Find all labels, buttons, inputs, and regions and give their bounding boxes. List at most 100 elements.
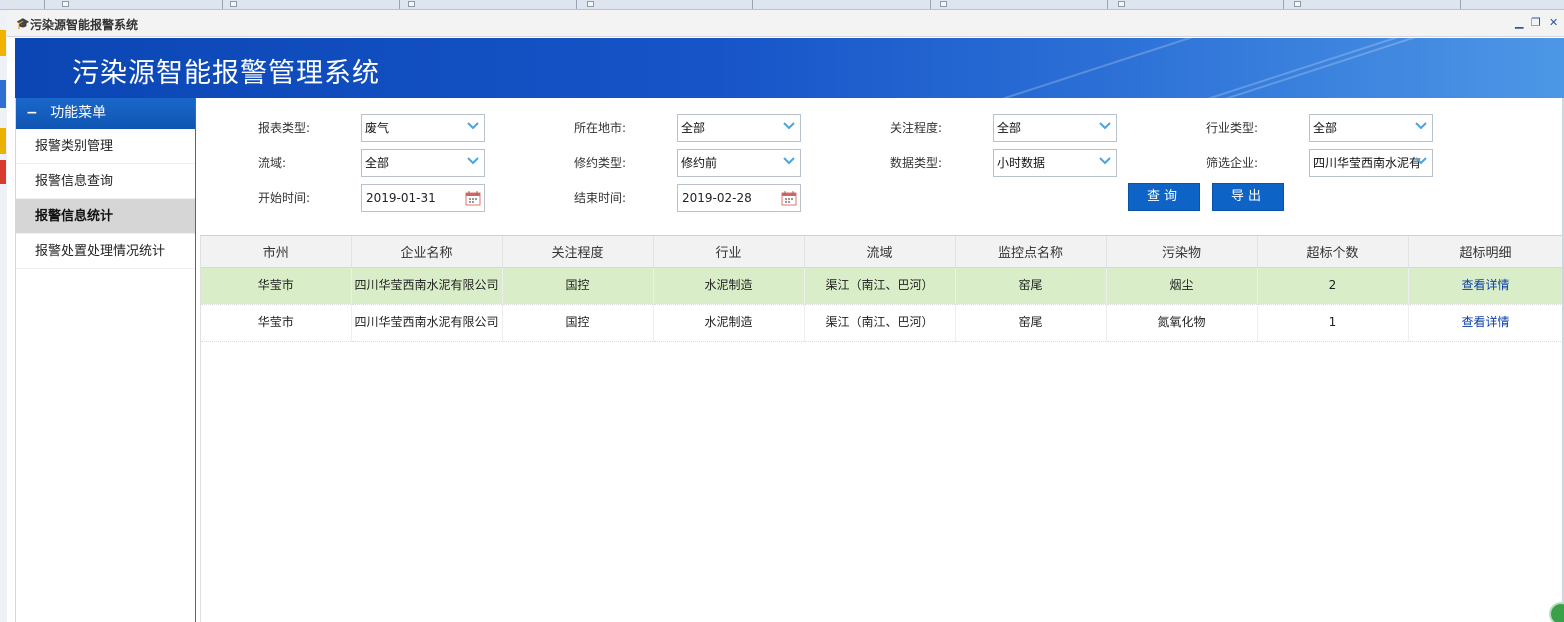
column-header-city[interactable]: 市州 (201, 236, 352, 268)
banner-decoration (1046, 38, 1504, 98)
chevron-down-icon (1099, 157, 1111, 165)
start-date-value: 2019-01-31 (366, 191, 436, 205)
column-header-monitor-point[interactable]: 监控点名称 (955, 236, 1107, 268)
query-button[interactable]: 查询 (1128, 183, 1200, 211)
chevron-down-icon (783, 122, 795, 130)
calendar-icon[interactable] (781, 190, 797, 206)
sidebar-header[interactable]: − 功能菜单 (16, 98, 195, 129)
end-date-input[interactable]: 2019-02-28 (677, 184, 801, 212)
folder-icon[interactable] (0, 30, 6, 56)
page: 🎓 污染源智能报警系统 ▁ ❐ ✕ 污染源智能报警管理系统 − 功能菜单 报警类… (0, 0, 1564, 622)
results-table: 市州 企业名称 关注程度 行业 流域 监控点名称 污染物 超标个数 超标明细 华… (201, 236, 1564, 342)
tab-separator (1283, 0, 1284, 9)
column-header-basin[interactable]: 流域 (804, 236, 956, 268)
chevron-down-icon (467, 122, 479, 130)
chevron-down-icon (1415, 122, 1427, 130)
filter-panel: 报表类型: 废气 所在地市: 全部 关注程度: 全部 行业类型: 全部 流域: … (200, 98, 1564, 236)
banner-decoration (1203, 38, 1564, 98)
cell-city: 华莹市 (201, 304, 352, 342)
tab-separator (752, 0, 753, 9)
sidebar-item-alarm-statistics[interactable]: 报警信息统计 (16, 199, 195, 234)
report-type-label: 报表类型: (258, 121, 311, 135)
tab-page-icon[interactable] (408, 1, 415, 7)
chevron-down-icon (1099, 122, 1111, 130)
report-type-select[interactable]: 废气 (361, 114, 485, 142)
tab-separator (930, 0, 931, 9)
basin-select[interactable]: 全部 (361, 149, 485, 177)
revision-value: 修约前 (681, 156, 718, 170)
tab-page-icon[interactable] (940, 1, 947, 7)
enterprise-select[interactable]: 四川华莹西南水泥有 (1309, 149, 1433, 177)
cell-industry: 水泥制造 (653, 267, 805, 305)
sidebar-item-alarm-handling-statistics[interactable]: 报警处置处理情况统计 (16, 234, 195, 269)
cell-exceed-count: 2 (1257, 267, 1409, 305)
end-date-value: 2019-02-28 (682, 191, 752, 205)
sidebar-item-alarm-query[interactable]: 报警信息查询 (16, 164, 195, 199)
cell-attention: 国控 (502, 304, 654, 342)
tab-page-icon[interactable] (1294, 1, 1301, 7)
column-header-attention[interactable]: 关注程度 (502, 236, 654, 268)
folder-icon[interactable] (0, 128, 6, 154)
cell-pollutant: 氮氧化物 (1106, 304, 1258, 342)
chevron-down-icon (783, 157, 795, 165)
view-details-link[interactable]: 查看详情 (1408, 304, 1564, 342)
app-banner: 污染源智能报警管理系统 (15, 38, 1564, 98)
city-select[interactable]: 全部 (677, 114, 801, 142)
app-icon[interactable] (0, 160, 6, 184)
industry-label: 行业类型: (1206, 121, 1259, 135)
city-value: 全部 (681, 121, 706, 135)
attention-select[interactable]: 全部 (993, 114, 1117, 142)
industry-select[interactable]: 全部 (1309, 114, 1433, 142)
export-button[interactable]: 导出 (1212, 183, 1284, 211)
tab-page-icon[interactable] (62, 1, 69, 7)
tab-separator (44, 0, 45, 9)
data-type-value: 小时数据 (997, 156, 1046, 170)
city-label: 所在地市: (574, 121, 627, 135)
cell-enterprise: 四川华莹西南水泥有限公司 (351, 267, 503, 305)
status-badge-icon[interactable] (1549, 602, 1564, 622)
cell-basin: 渠江（南江、巴河） (804, 304, 956, 342)
cell-basin: 渠江（南江、巴河） (804, 267, 956, 305)
end-time-label: 结束时间: (574, 191, 627, 205)
column-header-pollutant[interactable]: 污染物 (1106, 236, 1258, 268)
cell-monitor-point: 窑尾 (955, 267, 1107, 305)
table-row[interactable]: 华莹市 四川华莹西南水泥有限公司 国控 水泥制造 渠江（南江、巴河） 窑尾 烟尘… (201, 267, 1564, 305)
table-row[interactable]: 华莹市 四川华莹西南水泥有限公司 国控 水泥制造 渠江（南江、巴河） 窑尾 氮氧… (201, 304, 1564, 342)
sidebar-item-alarm-category[interactable]: 报警类别管理 (16, 129, 195, 164)
tab-page-icon[interactable] (230, 1, 237, 7)
tab-separator (576, 0, 577, 9)
start-date-input[interactable]: 2019-01-31 (361, 184, 485, 212)
window-title: 污染源智能报警系统 (30, 18, 139, 32)
basin-label: 流域: (258, 156, 287, 170)
tab-separator (399, 0, 400, 9)
cell-monitor-point: 窑尾 (955, 304, 1107, 342)
tab-separator (222, 0, 223, 9)
collapse-icon[interactable]: − (26, 105, 38, 121)
sidebar-header-label: 功能菜单 (50, 105, 107, 121)
revision-select[interactable]: 修约前 (677, 149, 801, 177)
tab-separator (1107, 0, 1108, 9)
report-type-value: 废气 (365, 121, 390, 135)
chevron-down-icon (1415, 157, 1427, 165)
data-type-label: 数据类型: (890, 156, 943, 170)
cell-attention: 国控 (502, 267, 654, 305)
window-titlebar: 🎓 污染源智能报警系统 ▁ ❐ ✕ (7, 10, 1564, 37)
revision-label: 修约类型: (574, 156, 627, 170)
view-details-link[interactable]: 查看详情 (1408, 267, 1564, 305)
minimize-icon[interactable]: ▁ (1515, 16, 1523, 29)
cell-pollutant: 烟尘 (1106, 267, 1258, 305)
close-icon[interactable]: ✕ (1549, 16, 1558, 29)
chevron-down-icon (467, 157, 479, 165)
restore-icon[interactable]: ❐ (1531, 16, 1541, 29)
calendar-icon[interactable] (465, 190, 481, 206)
column-header-exceed-count[interactable]: 超标个数 (1257, 236, 1409, 268)
statistics-table: 市州 企业名称 关注程度 行业 流域 监控点名称 污染物 超标个数 超标明细 华… (200, 235, 1564, 622)
tab-page-icon[interactable] (1118, 1, 1125, 7)
tab-page-icon[interactable] (587, 1, 594, 7)
column-header-industry[interactable]: 行业 (653, 236, 805, 268)
data-type-select[interactable]: 小时数据 (993, 149, 1117, 177)
column-header-exceed-detail[interactable]: 超标明细 (1408, 236, 1564, 268)
cell-industry: 水泥制造 (653, 304, 805, 342)
app-icon[interactable] (0, 80, 6, 108)
column-header-enterprise[interactable]: 企业名称 (351, 236, 503, 268)
